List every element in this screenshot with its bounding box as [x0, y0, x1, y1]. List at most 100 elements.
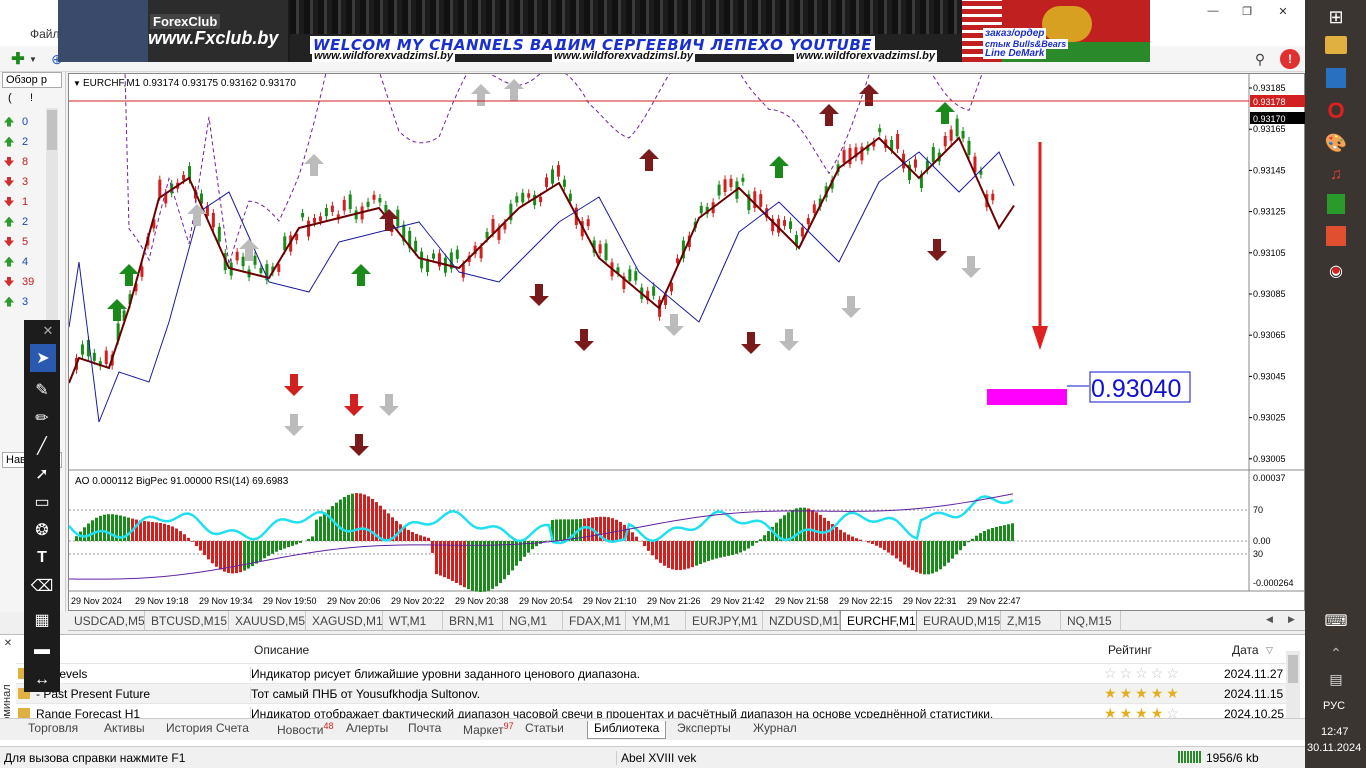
watch-row[interactable]: 5: [4, 232, 44, 251]
terminal-tab[interactable]: Эксперты: [677, 721, 731, 739]
speaker-icon[interactable]: ♫: [1323, 162, 1349, 188]
symbol-tab[interactable]: NZDUSD,M1: [763, 611, 840, 631]
ray-icon[interactable]: ➚: [24, 460, 60, 488]
col-description[interactable]: Описание: [250, 635, 313, 663]
terminal-tab[interactable]: Библиотека: [587, 721, 667, 739]
symbol-tab[interactable]: YM,M1: [626, 611, 686, 631]
minimize-button[interactable]: —: [1196, 0, 1230, 22]
network-icon[interactable]: ▤: [1323, 666, 1349, 692]
price-tick-label: 0.93145: [1253, 165, 1286, 175]
symbol-tab[interactable]: USDCAD,M5: [68, 611, 145, 631]
watch-row[interactable]: 1: [4, 192, 44, 211]
ao-bar: [475, 541, 478, 592]
fibonacci-icon[interactable]: ❂: [24, 516, 60, 544]
terminal-tab-label: Торговля: [28, 721, 79, 735]
eraser-icon[interactable]: ⌫: [24, 572, 60, 600]
restore-button[interactable]: ❐: [1230, 0, 1264, 22]
record-icon[interactable]: ●: [1323, 258, 1349, 284]
ao-bar: [267, 541, 270, 556]
terminal-tab[interactable]: Маркет97: [463, 721, 514, 739]
symbol-tab[interactable]: XAGUSD,M1: [306, 611, 383, 631]
watch-row[interactable]: 4: [4, 252, 44, 271]
symbol-tab[interactable]: FDAX,M1: [563, 611, 626, 631]
symbol-tab[interactable]: EURAUD,M15: [917, 611, 1001, 631]
terminal-tab[interactable]: Активы: [104, 721, 145, 739]
ao-bar: [103, 514, 106, 541]
library-row[interactable]: - Past Present Future Тот самый ПНБ от Yo…: [16, 683, 1286, 703]
keyboard-icon[interactable]: ⌨: [1323, 608, 1349, 634]
symbol-tab[interactable]: BRN,M1: [443, 611, 503, 631]
ao-bar: [911, 541, 914, 571]
terminal-tab[interactable]: История Счета: [166, 721, 249, 739]
dropdown-icon[interactable]: ▼: [28, 50, 38, 68]
watch-row[interactable]: 2: [4, 212, 44, 231]
ao-bar: [555, 519, 558, 541]
close-window-button[interactable]: ✕: [1266, 0, 1300, 22]
library-row[interactable]: ge Levels Индикатор рисует ближайшие уров…: [16, 663, 1286, 683]
ao-bar: [471, 541, 474, 591]
symbol-tab[interactable]: WT,M1: [383, 611, 443, 631]
terminal-tab[interactable]: Алерты: [346, 721, 388, 739]
watch-row[interactable]: 3: [4, 172, 44, 191]
arrow-down-icon: [4, 276, 14, 287]
paint-icon[interactable]: 🎨: [1323, 130, 1349, 156]
terminal-scrollbar[interactable]: [1286, 651, 1300, 719]
tray-icon-1[interactable]: ⌃: [1323, 640, 1349, 666]
close-toolbar-icon[interactable]: ✕: [36, 320, 60, 342]
terminal-tab[interactable]: Журнал: [753, 721, 797, 739]
pencil-icon[interactable]: ✎: [24, 376, 60, 404]
line-width-icon[interactable]: ▬: [24, 636, 60, 664]
ao-bar: [767, 531, 770, 541]
new-chart-icon[interactable]: ✚: [8, 49, 28, 69]
chart-canvas[interactable]: EURCHF,M1 0.93174 0.93175 0.93162 0.9317…: [68, 8, 1306, 612]
windows-start-icon[interactable]: ⊞: [1323, 4, 1349, 30]
lang-indicator[interactable]: РУС: [1323, 700, 1345, 712]
menu-file[interactable]: Файл: [30, 27, 60, 41]
clock-date[interactable]: 30.11.2024: [1307, 742, 1361, 754]
cursor-icon[interactable]: ➤: [30, 344, 56, 372]
symbol-tab[interactable]: EURJPY,M1: [686, 611, 763, 631]
symbol-tab[interactable]: EURCHF,M1: [840, 611, 917, 631]
market-watch-title[interactable]: Обзор р: [2, 72, 62, 88]
status-traffic: 1956/6 kb: [1206, 751, 1259, 765]
symbol-tab[interactable]: NQ,M15: [1061, 611, 1121, 631]
clock-time[interactable]: 12:47: [1321, 726, 1349, 738]
sort-icon[interactable]: ▽: [1266, 645, 1273, 656]
expand-icon[interactable]: ↔: [24, 666, 60, 694]
search-icon[interactable]: ⚲: [1250, 49, 1270, 69]
line-icon[interactable]: ╱: [24, 432, 60, 460]
watch-row[interactable]: 8: [4, 152, 44, 171]
ao-bar: [711, 541, 714, 560]
terminal-tab-label: История Счета: [166, 721, 249, 735]
opera-icon[interactable]: O: [1323, 98, 1349, 124]
color-icon[interactable]: ▦: [24, 606, 60, 634]
chart-window[interactable]: EURCHF,M1 0.93174 0.93175 0.93162 0.9317…: [68, 8, 1306, 612]
rectangle-icon[interactable]: ▭: [24, 488, 60, 516]
notification-icon[interactable]: !: [1280, 49, 1300, 69]
symbol-tab[interactable]: BTCUSD,M15: [145, 611, 229, 631]
terminal-tab[interactable]: Почта: [408, 721, 441, 739]
symbol-tab[interactable]: NG,M1: [503, 611, 563, 631]
symbol-tab[interactable]: XAUUSD,M5: [229, 611, 306, 631]
terminal-tab[interactable]: Статьи: [525, 721, 564, 739]
app-icon-1[interactable]: [1326, 68, 1346, 88]
watch-row[interactable]: 39: [4, 272, 44, 291]
watch-row[interactable]: 3: [4, 292, 44, 311]
marker-icon[interactable]: ✏: [24, 404, 60, 432]
tab-scroll-right-icon[interactable]: ▶: [1288, 614, 1295, 625]
text-icon[interactable]: T: [24, 544, 60, 572]
symbol-tab[interactable]: Z,M15: [1001, 611, 1061, 631]
watch-row[interactable]: 0: [4, 112, 44, 131]
col-rating[interactable]: Рейтинг: [1104, 635, 1156, 663]
terminal-close-icon[interactable]: ✕: [2, 637, 14, 649]
terminal-tab[interactable]: Торговля: [28, 721, 78, 739]
calculator-icon[interactable]: [1327, 194, 1345, 214]
ao-bar: [411, 532, 414, 541]
watch-row[interactable]: 2: [4, 132, 44, 151]
explorer-icon[interactable]: [1325, 36, 1347, 54]
terminal-tab[interactable]: Новости48: [277, 721, 333, 739]
status-profile[interactable]: Abel XVIII vek: [616, 751, 696, 765]
col-date[interactable]: Дата: [1228, 635, 1263, 663]
app-icon-2[interactable]: [1326, 226, 1346, 246]
tab-scroll-left-icon[interactable]: ◀: [1266, 614, 1273, 625]
